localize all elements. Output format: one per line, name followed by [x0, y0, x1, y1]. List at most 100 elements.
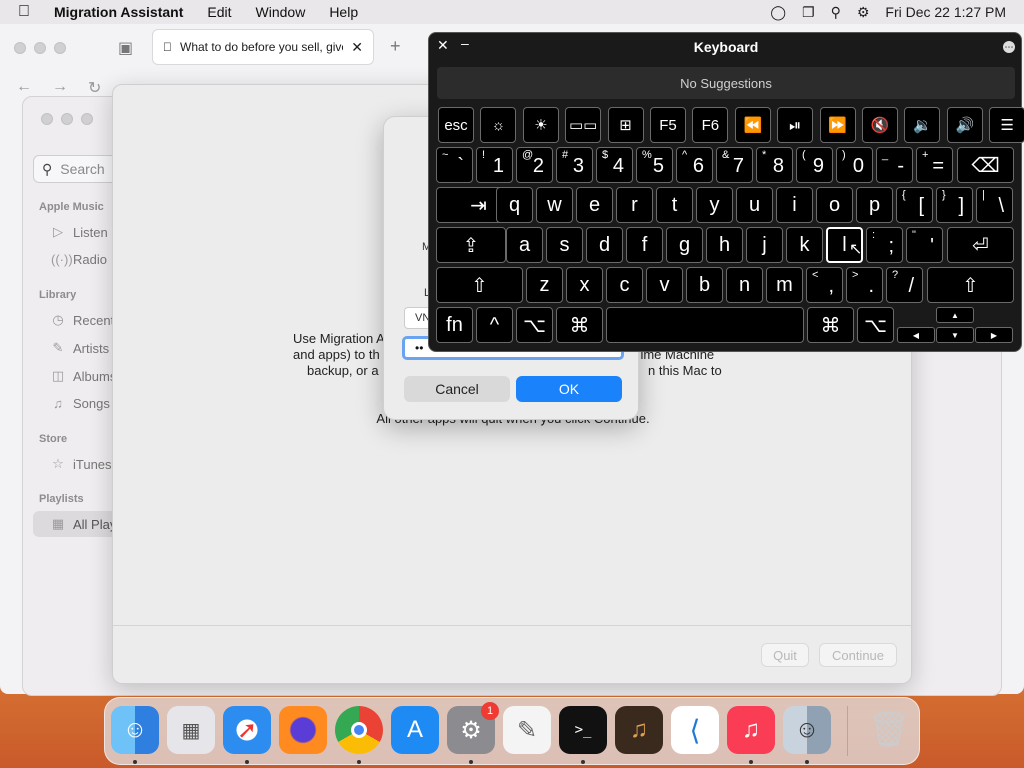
firefox-icon[interactable]: [279, 706, 327, 754]
fn-row-key[interactable]: ⏩: [819, 107, 856, 143]
sidebar-item-albums[interactable]: ◫ Albums: [51, 368, 117, 384]
close-button[interactable]: [14, 42, 26, 54]
vscode-icon[interactable]: ⟨: [671, 706, 719, 754]
sidebar-item-all-playlists[interactable]: ▦ All Play: [51, 516, 117, 532]
spotlight-search-icon[interactable]: ⚲: [831, 4, 841, 21]
fn-row-key[interactable]: ⏪: [734, 107, 771, 143]
letter-key[interactable]: r: [616, 187, 653, 223]
caps-lock-key[interactable]: ⇪: [436, 227, 506, 263]
letter-key[interactable]: x: [566, 267, 603, 303]
back-icon[interactable]: ←: [16, 78, 32, 96]
tab-overview-icon[interactable]: ▣: [118, 38, 133, 58]
control-center-icon[interactable]: ⚙: [857, 4, 870, 21]
minimize-button[interactable]: [61, 113, 73, 125]
letter-key[interactable]: c: [606, 267, 643, 303]
migration-assistant-icon[interactable]: ☺: [783, 706, 831, 754]
letter-key[interactable]: a: [506, 227, 543, 263]
number-key[interactable]: @2: [516, 147, 553, 183]
delete-key[interactable]: ⌫: [957, 147, 1014, 183]
number-key[interactable]: $4: [596, 147, 633, 183]
number-key[interactable]: * 8: [756, 147, 793, 183]
music-search-field[interactable]: ⚲ Search: [33, 155, 123, 183]
number-key[interactable]: ! 1: [476, 147, 513, 183]
fn-row-key[interactable]: ▭▭: [565, 107, 602, 143]
letter-key[interactable]: n: [726, 267, 763, 303]
letter-key[interactable]: h: [706, 227, 743, 263]
number-key[interactable]: ^ 6: [676, 147, 713, 183]
fn-key[interactable]: fn: [436, 307, 473, 343]
letter-key[interactable]: p: [856, 187, 893, 223]
trash-icon[interactable]: 🗑: [865, 706, 913, 754]
zoom-button[interactable]: [81, 113, 93, 125]
tab-close-icon[interactable]: ✕: [351, 39, 363, 56]
letter-key[interactable]: z: [526, 267, 563, 303]
accessibility-icon[interactable]: ◯: [770, 4, 786, 21]
sidebar-item-recent[interactable]: ◷ Recent: [51, 312, 114, 328]
ok-button[interactable]: OK: [516, 376, 622, 402]
launchpad-icon[interactable]: ▦: [167, 706, 215, 754]
chrome-icon[interactable]: [335, 706, 383, 754]
minimize-button[interactable]: [34, 42, 46, 54]
punctuation-key[interactable]: ? /: [886, 267, 923, 303]
number-key[interactable]: #3: [556, 147, 593, 183]
letter-key[interactable]: b: [686, 267, 723, 303]
fn-row-key[interactable]: ☼: [480, 107, 517, 143]
letter-key[interactable]: e: [576, 187, 613, 223]
menu-help[interactable]: Help: [317, 4, 370, 20]
sidebar-item-songs[interactable]: ♫ Songs: [51, 396, 110, 411]
sidebar-item-radio[interactable]: ((·)) Radio: [51, 252, 107, 267]
right-shift-key[interactable]: ⇧: [927, 267, 1014, 303]
music-icon[interactable]: ♫: [727, 706, 775, 754]
letter-key[interactable]: s: [546, 227, 583, 263]
bracket-key[interactable]: | \: [976, 187, 1013, 223]
number-key[interactable]: ~ `: [436, 147, 473, 183]
fn-row-key[interactable]: 🔊: [946, 107, 983, 143]
command-key[interactable]: ⌘: [556, 307, 603, 343]
quit-button[interactable]: Quit: [761, 643, 809, 667]
number-key[interactable]: + =: [916, 147, 953, 183]
letter-key[interactable]: w: [536, 187, 573, 223]
letter-key[interactable]: k: [786, 227, 823, 263]
bracket-key[interactable]: {[: [896, 187, 933, 223]
number-key[interactable]: ) 0: [836, 147, 873, 183]
fn-row-key[interactable]: ☀: [522, 107, 559, 143]
letter-key[interactable]: v: [646, 267, 683, 303]
continue-button[interactable]: Continue: [819, 643, 897, 667]
punctuation-key[interactable]: " ': [906, 227, 943, 263]
sidebar-item-artists[interactable]: ✎ Artists: [51, 340, 110, 356]
fn-row-key[interactable]: F6: [692, 107, 729, 143]
textedit-icon[interactable]: ✎: [503, 706, 551, 754]
arrow-key[interactable]: ▼: [936, 327, 974, 343]
new-tab-icon[interactable]: +: [390, 36, 401, 57]
safari-icon[interactable]: ➚: [223, 706, 271, 754]
punctuation-key[interactable]: <,: [806, 267, 843, 303]
arrow-key[interactable]: ▶: [975, 327, 1013, 343]
sidebar-item-itunes[interactable]: ☆ iTunes: [51, 456, 111, 472]
fn-row-key[interactable]: ☰: [989, 107, 1024, 143]
sidebar-item-listen[interactable]: ▷ Listen: [51, 224, 108, 240]
window-switcher-icon[interactable]: ❐: [802, 4, 815, 21]
letter-key[interactable]: f: [626, 227, 663, 263]
letter-key[interactable]: i: [776, 187, 813, 223]
control-key[interactable]: ^: [476, 307, 513, 343]
menu-clock[interactable]: Fri Dec 22 1:27 PM: [885, 4, 1006, 20]
fn-row-key[interactable]: ⏯: [777, 107, 814, 143]
number-key[interactable]: % 5: [636, 147, 673, 183]
fn-row-key[interactable]: 🔇: [862, 107, 898, 143]
arrow-key[interactable]: ◀: [897, 327, 935, 343]
arrow-key[interactable]: ▲: [936, 307, 974, 323]
letter-key[interactable]: t: [656, 187, 693, 223]
letter-key[interactable]: j: [746, 227, 783, 263]
zoom-button[interactable]: [54, 42, 66, 54]
finder-icon[interactable]: ☺: [111, 706, 159, 754]
letter-key[interactable]: q: [496, 187, 533, 223]
options-icon[interactable]: ⋯: [1003, 41, 1015, 53]
cancel-button[interactable]: Cancel: [404, 376, 510, 402]
app-store-icon[interactable]: A: [391, 706, 439, 754]
number-key[interactable]: _ -: [876, 147, 913, 183]
return-key[interactable]: ⏎: [947, 227, 1014, 263]
menu-window[interactable]: Window: [244, 4, 318, 20]
menu-edit[interactable]: Edit: [195, 4, 243, 20]
letter-key[interactable]: d: [586, 227, 623, 263]
right-command-key[interactable]: ⌘: [807, 307, 854, 343]
